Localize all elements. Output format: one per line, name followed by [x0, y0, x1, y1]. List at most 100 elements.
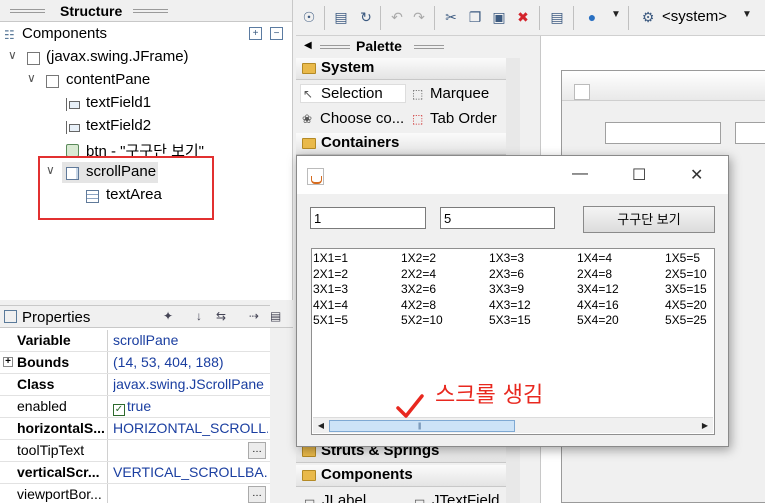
- tab-order-icon: ⬚: [412, 112, 424, 126]
- folder-icon: [302, 138, 316, 149]
- toolbar-separator: [324, 6, 325, 30]
- goto-definition-icon[interactable]: ↓: [196, 309, 202, 323]
- folder-icon: [302, 63, 316, 74]
- palette-item-choose-component[interactable]: ❀ Choose co...: [302, 110, 404, 127]
- ellipsis-button[interactable]: …: [248, 442, 266, 459]
- chevron-down-icon[interactable]: ∨: [8, 48, 20, 62]
- item-label: JLabel: [322, 492, 367, 503]
- textarea-cell: 1X1=1: [313, 251, 349, 265]
- choose-component-icon: ❀: [302, 112, 313, 126]
- convert-local-icon[interactable]: ⇆: [216, 309, 226, 323]
- checkbox-checked-icon[interactable]: ✓: [113, 404, 125, 416]
- palette-category-system[interactable]: System: [296, 58, 520, 80]
- property-value[interactable]: javax.swing.JScrollPane: [113, 376, 268, 392]
- property-row-horizontal-scrollbar[interactable]: horizontalS... HORIZONTAL_SCROLL...: [0, 418, 270, 440]
- export-icon[interactable]: ▤: [332, 8, 350, 26]
- property-row-enabled[interactable]: enabled ✓ true: [0, 396, 270, 418]
- chevron-down-icon[interactable]: ∨: [27, 71, 39, 85]
- redo-icon[interactable]: ↷: [410, 8, 428, 26]
- tree-node-jframe[interactable]: ∨ (javax.swing.JFrame): [0, 48, 290, 70]
- tree-node-label: contentPane: [66, 71, 151, 88]
- drag-grip[interactable]: [320, 45, 350, 49]
- tree-node-textfield2[interactable]: textField2: [0, 117, 290, 139]
- look-and-feel-icon[interactable]: ⚙: [639, 8, 657, 26]
- textarea-cell: 2X2=4: [401, 266, 437, 281]
- property-row-viewport-border[interactable]: viewportBor... …: [0, 484, 270, 503]
- design-textfield[interactable]: [605, 122, 721, 144]
- show-times-table-button[interactable]: 구구단 보기: [583, 206, 715, 233]
- test-gui-icon[interactable]: ☉: [300, 8, 318, 26]
- property-row-bounds[interactable]: + Bounds (14, 53, 404, 188): [0, 352, 270, 374]
- scroll-right-icon[interactable]: ▶: [698, 419, 712, 433]
- property-key: toolTipText: [0, 440, 108, 461]
- palette-category-components[interactable]: Components: [296, 465, 520, 487]
- textarea-cell: 4X5=20: [665, 297, 707, 312]
- textarea-cell: 5X4=20: [577, 313, 619, 327]
- textarea-cell: 2X1=2: [313, 266, 349, 281]
- drag-grip[interactable]: [414, 45, 444, 49]
- system-look-and-feel-dropdown[interactable]: <system>: [662, 8, 727, 25]
- palette-item-jtextfield[interactable]: ▭ JTextField: [414, 492, 500, 503]
- properties-editor-icon[interactable]: ▤: [548, 8, 566, 26]
- number-input-2[interactable]: 5: [440, 207, 555, 229]
- palette-header[interactable]: ◀ Palette: [296, 36, 522, 58]
- collapse-all-icon[interactable]: −: [270, 27, 283, 40]
- textarea-cell: 4X2=8: [401, 297, 437, 312]
- textarea-cell: 4X1=4: [313, 297, 349, 312]
- globe-icon[interactable]: ●: [583, 8, 601, 26]
- category-label: Components: [321, 466, 413, 483]
- paste-icon[interactable]: ▣: [490, 8, 508, 26]
- palette-category-containers[interactable]: Containers: [296, 133, 520, 155]
- maximize-icon[interactable]: ☐: [632, 165, 646, 185]
- restore-default-icon[interactable]: ▤: [270, 309, 281, 323]
- structure-panel: Structure ☷ Components + − ∨ (javax.swin…: [0, 0, 293, 300]
- palette-item-selection[interactable]: ↖ Selection: [300, 84, 406, 103]
- property-row-class[interactable]: Class javax.swing.JScrollPane: [0, 374, 270, 396]
- refresh-icon[interactable]: ↻: [357, 8, 375, 26]
- show-events-icon[interactable]: ✦: [163, 309, 173, 323]
- expand-all-icon[interactable]: +: [249, 27, 262, 40]
- property-value[interactable]: HORIZONTAL_SCROLL...: [113, 420, 268, 436]
- property-value[interactable]: VERTICAL_SCROLLBA...: [113, 464, 268, 480]
- property-row-tooltip[interactable]: toolTipText …: [0, 440, 270, 462]
- horizontal-scrollbar[interactable]: ◀ ||| ▶: [313, 417, 713, 433]
- chevron-left-icon[interactable]: ◀: [304, 40, 312, 51]
- palette-item-marquee[interactable]: ⬚ Marquee: [412, 85, 489, 102]
- tree-node-contentpane[interactable]: ∨ contentPane: [0, 71, 290, 93]
- show-advanced-icon[interactable]: ⇢: [249, 309, 259, 323]
- structure-title-bar[interactable]: Structure: [0, 0, 292, 22]
- window-titlebar[interactable]: — ☐ ✕: [297, 156, 728, 194]
- item-label: Selection: [321, 85, 383, 102]
- textarea-cell: 3X2=6: [401, 282, 437, 296]
- design-textfield[interactable]: [735, 122, 765, 144]
- property-value[interactable]: ✓ true: [113, 398, 268, 416]
- chevron-down-icon[interactable]: ▼: [611, 9, 621, 20]
- property-value[interactable]: scrollPane: [113, 332, 268, 348]
- ellipsis-button[interactable]: …: [248, 486, 266, 503]
- property-value[interactable]: (14, 53, 404, 188): [113, 354, 268, 370]
- java-icon: [574, 84, 590, 100]
- scrollbar-thumb[interactable]: |||: [329, 420, 515, 432]
- chevron-down-icon[interactable]: ▼: [742, 9, 752, 20]
- marquee-icon: ⬚: [412, 87, 424, 101]
- drag-grip[interactable]: [133, 9, 168, 13]
- undo-icon[interactable]: ↶: [388, 8, 406, 26]
- minimize-icon[interactable]: —: [572, 165, 588, 183]
- palette-item-jlabel[interactable]: ▭ JLabel: [304, 492, 366, 503]
- copy-icon[interactable]: ❐: [466, 8, 484, 26]
- property-row-variable[interactable]: Variable scrollPane: [0, 330, 270, 352]
- tree-node-label: textField2: [86, 117, 152, 134]
- number-input-1[interactable]: 1: [310, 207, 426, 229]
- drag-grip[interactable]: [10, 9, 45, 13]
- cut-icon[interactable]: ✂: [442, 8, 460, 26]
- property-row-vertical-scrollbar[interactable]: verticalScr... VERTICAL_SCROLLBA...: [0, 462, 270, 484]
- scroll-left-icon[interactable]: ◀: [314, 419, 328, 433]
- category-label: System: [321, 59, 375, 76]
- textarea-cell: 3X4=12: [577, 282, 619, 296]
- frame-icon: [27, 52, 40, 65]
- palette-item-tab-order[interactable]: ⬚ Tab Order: [412, 110, 497, 127]
- close-icon[interactable]: ✕: [690, 165, 703, 185]
- tree-node-textfield1[interactable]: textField1: [0, 94, 290, 116]
- delete-icon[interactable]: ✖: [514, 8, 532, 26]
- item-label: Choose co...: [320, 110, 405, 127]
